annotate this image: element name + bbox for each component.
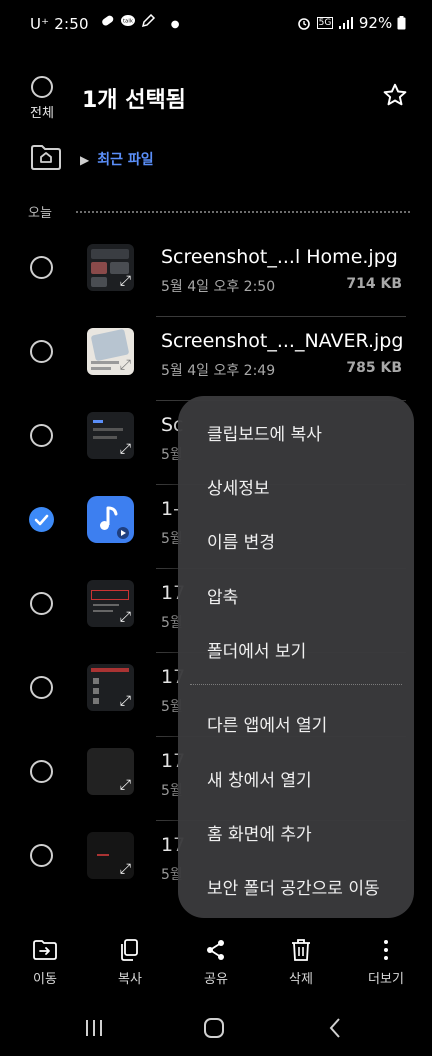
expand-icon: ⤢ <box>119 357 131 373</box>
system-nav-bar <box>0 1000 432 1056</box>
trash-icon <box>292 939 310 961</box>
move-label: 이동 <box>33 972 57 987</box>
pill-icon <box>101 15 113 26</box>
page-title: 1개 선택됨 <box>82 88 186 113</box>
svg-text:talk: talk <box>123 19 133 25</box>
share-label: 공유 <box>204 972 228 987</box>
more-button[interactable]: 더보기 <box>356 938 416 987</box>
move-button[interactable]: 이동 <box>15 938 75 987</box>
chat-icon: talk <box>120 15 135 26</box>
carrier-label: U⁺ <box>30 15 50 33</box>
file-thumbnail[interactable]: ⤢ <box>87 328 134 375</box>
home-icon <box>204 1018 224 1038</box>
menu-show-in-folder[interactable]: 폴더에서 보기 <box>207 637 306 662</box>
file-thumbnail[interactable]: ⤢ <box>87 832 134 879</box>
file-size: 714 KB <box>346 276 402 292</box>
menu-details[interactable]: 상세정보 <box>207 474 270 499</box>
file-checkbox[interactable] <box>30 340 53 363</box>
select-all-circle[interactable] <box>31 76 53 98</box>
share-button[interactable]: 공유 <box>186 938 246 987</box>
menu-move-to-secure-folder[interactable]: 보안 폴더 공간으로 이동 <box>207 874 380 899</box>
bottom-action-bar: 이동 복사 공유 삭제 더보기 <box>0 928 432 998</box>
alarm-icon <box>298 18 310 30</box>
file-thumbnail[interactable]: ⤢ <box>87 664 134 711</box>
battery-icon <box>397 16 406 30</box>
favorite-button[interactable] <box>382 82 408 112</box>
copy-icon <box>121 939 138 961</box>
file-thumbnail[interactable]: ⤢ <box>87 412 134 459</box>
menu-separator <box>190 684 402 685</box>
recents-button[interactable] <box>82 1016 106 1044</box>
menu-rename[interactable]: 이름 변경 <box>207 528 275 553</box>
breadcrumb-label[interactable]: 최근 파일 <box>97 152 153 168</box>
select-all-label: 전체 <box>30 106 54 121</box>
file-row[interactable]: ⤢ Screenshot_..._NAVER.jpg 5월 4일 오후 2:49… <box>0 316 432 400</box>
notification-icons: talk <box>100 13 156 31</box>
more-label: 더보기 <box>368 972 404 987</box>
checkmark-icon <box>34 514 49 526</box>
menu-compress[interactable]: 압축 <box>207 583 238 608</box>
network-type-badge: 5G <box>316 17 334 29</box>
section-header-today: 오늘 <box>28 202 410 222</box>
share-icon <box>207 940 224 960</box>
file-thumbnail[interactable]: ⤢ <box>87 580 134 627</box>
file-checkbox[interactable] <box>30 592 53 615</box>
music-note-icon <box>100 506 129 539</box>
more-notifications-dot: ● <box>170 19 180 30</box>
expand-icon: ⤢ <box>119 609 131 625</box>
menu-add-to-home-screen[interactable]: 홈 화면에 추가 <box>207 820 312 845</box>
section-label: 오늘 <box>28 206 52 221</box>
breadcrumb-arrow-icon: ▶ <box>80 153 90 167</box>
status-bar: U⁺ 2:50 talk ● 5G 92% <box>0 0 432 46</box>
star-icon[interactable] <box>382 82 408 108</box>
delete-button[interactable]: 삭제 <box>271 938 331 987</box>
expand-icon: ⤢ <box>119 777 131 793</box>
home-button[interactable] <box>202 1016 226 1044</box>
menu-copy-to-clipboard[interactable]: 클립보드에 복사 <box>207 420 322 445</box>
file-thumbnail[interactable] <box>87 496 134 543</box>
select-all-checkbox[interactable]: 전체 <box>26 76 58 121</box>
clock: 2:50 <box>54 15 89 33</box>
back-icon <box>329 1018 340 1038</box>
breadcrumb-recent-files[interactable]: ▶ 최근 파일 <box>80 149 154 169</box>
home-folder-button[interactable] <box>30 143 62 175</box>
more-vertical-icon <box>384 940 388 960</box>
section-divider <box>76 211 410 213</box>
expand-icon: ⤢ <box>119 861 131 877</box>
file-checkbox[interactable] <box>30 844 53 867</box>
file-row[interactable]: ⤢ Screenshot_...l Home.jpg 5월 4일 오후 2:50… <box>0 232 432 316</box>
signal-icon <box>339 17 354 29</box>
file-name: Screenshot_..._NAVER.jpg <box>161 330 404 352</box>
expand-icon: ⤢ <box>119 693 131 709</box>
move-folder-icon <box>33 940 57 960</box>
file-checkbox[interactable] <box>30 424 53 447</box>
file-thumbnail[interactable]: ⤢ <box>87 748 134 795</box>
status-left: U⁺ 2:50 talk ● <box>30 13 180 33</box>
breadcrumb: ▶ 최근 파일 <box>0 140 432 176</box>
file-size: 785 KB <box>346 360 402 376</box>
file-date: 5월 4일 오후 2:50 <box>161 279 276 295</box>
file-checkbox[interactable] <box>30 256 53 279</box>
menu-open-with-other-app[interactable]: 다른 앱에서 열기 <box>207 711 327 736</box>
copy-label: 복사 <box>118 972 142 987</box>
recents-icon <box>86 1020 102 1036</box>
battery-percent: 92% <box>358 14 393 32</box>
file-checkbox[interactable] <box>30 676 53 699</box>
selection-header: 전체 1개 선택됨 <box>0 70 432 130</box>
status-right: 5G 92% <box>296 14 406 32</box>
back-button[interactable] <box>324 1016 348 1044</box>
expand-icon: ⤢ <box>119 273 131 289</box>
home-folder-icon[interactable] <box>30 143 62 171</box>
delete-label: 삭제 <box>289 972 313 987</box>
copy-button[interactable]: 복사 <box>100 938 160 987</box>
context-menu: 클립보드에 복사 상세정보 이름 변경 압축 폴더에서 보기 다른 앱에서 열기… <box>178 396 414 918</box>
expand-icon: ⤢ <box>119 441 131 457</box>
menu-open-in-new-window[interactable]: 새 창에서 열기 <box>207 766 312 791</box>
file-name: Screenshot_...l Home.jpg <box>161 246 398 268</box>
file-checkbox[interactable] <box>30 760 53 783</box>
file-thumbnail[interactable]: ⤢ <box>87 244 134 291</box>
file-date: 5월 4일 오후 2:49 <box>161 363 276 379</box>
pencil-icon <box>141 13 155 28</box>
file-checkbox-checked[interactable] <box>29 507 54 532</box>
